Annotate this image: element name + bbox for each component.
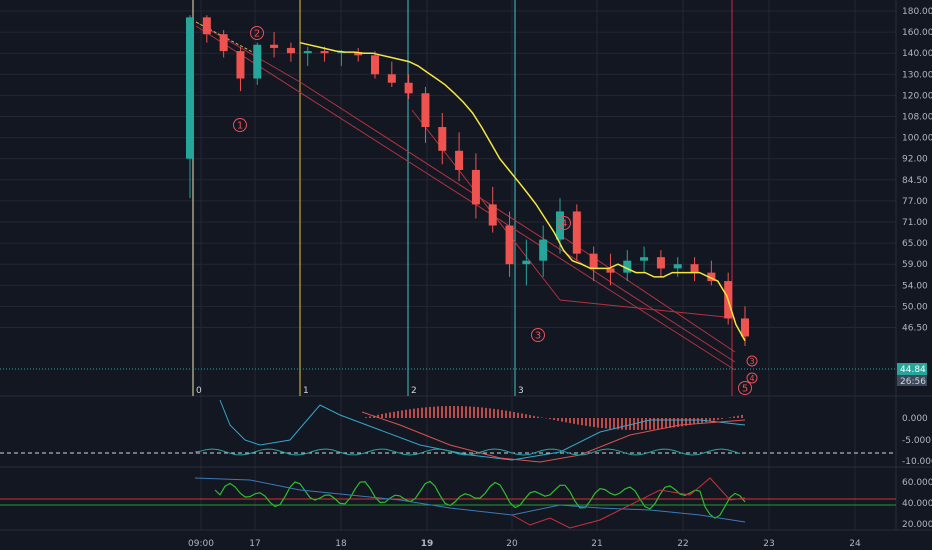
time-tick-label: 17 (249, 539, 260, 549)
fib-mini-label: 4 (749, 374, 754, 383)
wave-label: 5 (742, 384, 748, 395)
price-tick-label: 50.00 (902, 302, 928, 312)
candle-body (320, 51, 329, 54)
cycle-label: 2 (411, 386, 417, 396)
countdown-text: 26:56 (900, 377, 926, 387)
candle-body (505, 225, 514, 265)
price-tick-label: 84.50 (902, 176, 928, 186)
candle-body (404, 82, 413, 94)
macd-tick-label: -10.000 (902, 457, 932, 467)
price-tick-label: 108.00 (902, 113, 932, 123)
candle-body (438, 127, 447, 151)
cycle-label: 0 (196, 386, 202, 396)
candle-body (236, 51, 245, 79)
candle-body (522, 260, 531, 265)
candle-body (303, 51, 312, 54)
time-tick-label: 23 (763, 539, 774, 549)
price-tick-label: 180.00 (902, 7, 932, 17)
candle-body (371, 55, 379, 75)
current-price-text: 44.84 (900, 365, 926, 375)
cycle-label: 1 (303, 386, 309, 396)
wave-label: 3 (535, 331, 541, 342)
candle-body (741, 318, 749, 337)
candle-body (253, 44, 262, 79)
time-tick-label: 24 (849, 539, 861, 549)
price-chart[interactable]: 0123 1234534 180.00160.00140.00130.00120… (0, 0, 932, 550)
price-tick-label: 100.00 (902, 134, 932, 144)
candle-body (455, 150, 464, 170)
fib-mini-label: 3 (749, 357, 754, 366)
candle-body (589, 253, 598, 269)
price-tick-label: 130.00 (902, 70, 932, 80)
candle-body (471, 169, 480, 205)
candle-body (270, 44, 279, 48)
price-tick-label: 160.00 (902, 28, 932, 38)
price-tick-label: 46.50 (902, 324, 928, 334)
rsi-tick-label: 60.000 (902, 478, 932, 488)
time-tick-label: 22 (677, 539, 688, 549)
macd-tick-label: 0.000 (902, 414, 928, 424)
candle-body (539, 239, 548, 261)
price-tick-label: 54.00 (902, 281, 928, 291)
candle-body (656, 257, 665, 269)
candle-body (488, 204, 497, 226)
price-tick-label: 77.00 (902, 197, 928, 207)
cycle-label: 3 (518, 386, 524, 396)
candle-body (690, 264, 699, 273)
candle-body (387, 74, 396, 83)
time-tick-label: 09:00 (188, 539, 214, 549)
price-tick-label: 140.00 (902, 49, 932, 59)
price-tick-label: 59.00 (902, 260, 928, 270)
macd-tick-label: -5.000 (902, 436, 931, 446)
candle-body (421, 93, 430, 128)
candle-body (186, 17, 194, 159)
wave-label: 4 (561, 219, 567, 230)
candle-body (572, 211, 581, 254)
price-tick-label: 65.00 (902, 239, 928, 249)
price-tick-label: 120.00 (902, 91, 932, 101)
candle-body (673, 264, 682, 269)
time-tick-label: 18 (335, 539, 347, 549)
time-tick-label: 19 (421, 539, 434, 549)
candle-body (202, 17, 211, 35)
price-tick-label: 71.00 (902, 218, 928, 228)
wave-label: 2 (254, 29, 260, 40)
candle-body (640, 257, 649, 261)
time-tick-label: 21 (591, 539, 602, 549)
candle-body (219, 34, 228, 52)
candle-body (286, 47, 295, 54)
rsi-tick-label: 40.000 (902, 499, 932, 509)
time-tick-label: 20 (506, 539, 518, 549)
wave-label: 1 (237, 121, 243, 132)
price-tick-label: 92.00 (902, 155, 928, 165)
rsi-tick-label: 20.000 (902, 520, 932, 530)
